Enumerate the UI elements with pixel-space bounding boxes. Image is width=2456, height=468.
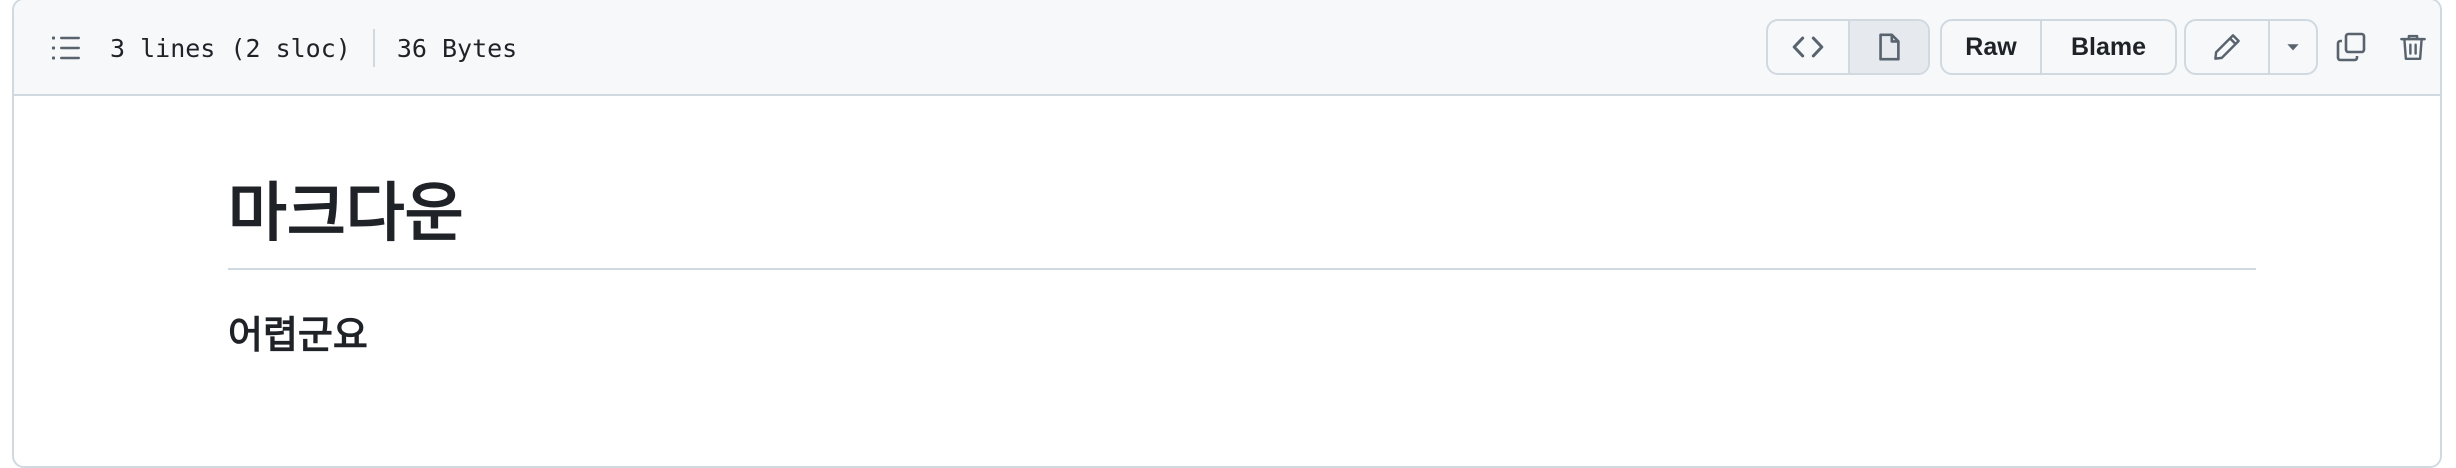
delete-button[interactable]: [2388, 22, 2438, 72]
markdown-heading-2: 어렵군요: [228, 313, 368, 357]
copy-button[interactable]: [2326, 22, 2376, 72]
file-icon: [1874, 32, 1904, 62]
lines-info: 3 lines (2 sloc): [110, 33, 351, 63]
preview-view-button[interactable]: [1848, 21, 1928, 73]
code-view-button[interactable]: [1768, 21, 1848, 73]
size-info: 36 Bytes: [396, 33, 518, 63]
edit-group: [2184, 19, 2318, 75]
trash-icon: [2398, 32, 2428, 62]
file-viewer: 3 lines (2 sloc) 36 Bytes Raw Blame 마크다운…: [12, 0, 2442, 468]
outline-button[interactable]: [44, 26, 88, 70]
copy-icon: [2335, 31, 2367, 63]
blame-button[interactable]: Blame: [2040, 21, 2175, 73]
edit-dropdown-button[interactable]: [2268, 21, 2316, 73]
markdown-heading-1: 마크다운: [228, 96, 2256, 270]
code-icon: [1791, 30, 1825, 64]
view-toggle: [1766, 19, 1930, 75]
edit-button[interactable]: [2186, 21, 2268, 73]
triangle-down-icon: [2284, 38, 2302, 56]
pencil-icon: [2212, 32, 2242, 62]
file-header: 3 lines (2 sloc) 36 Bytes Raw Blame: [14, 0, 2440, 96]
raw-button[interactable]: Raw: [1942, 21, 2040, 73]
file-info: 3 lines (2 sloc) 36 Bytes: [110, 28, 517, 68]
raw-blame-group: Raw Blame: [1940, 19, 2177, 75]
markdown-preview: 마크다운 어렵군요: [228, 96, 2256, 360]
list-unordered-icon: [50, 32, 82, 64]
divider: [372, 29, 375, 67]
